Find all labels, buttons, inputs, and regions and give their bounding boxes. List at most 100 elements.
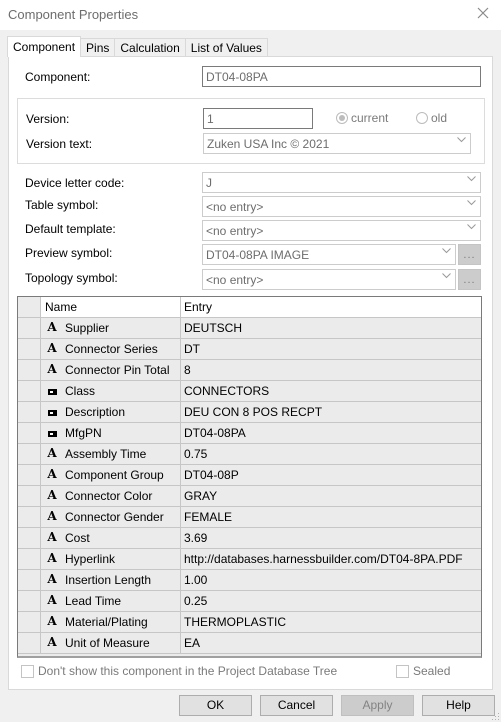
chevron-down-icon bbox=[442, 248, 451, 256]
row-selector[interactable] bbox=[18, 612, 41, 632]
attribute-name-cell[interactable]: A Cost bbox=[41, 528, 181, 548]
row-selector[interactable] bbox=[18, 528, 41, 548]
attribute-name-cell[interactable]: A Component Group bbox=[41, 465, 181, 485]
attribute-entry-cell[interactable]: 1.00 bbox=[181, 570, 481, 590]
table-row[interactable]: A Connector Series DT bbox=[18, 339, 481, 360]
tab-list-of-values[interactable]: List of Values bbox=[184, 38, 268, 57]
attribute-name-cell[interactable]: A Connector Color bbox=[41, 486, 181, 506]
device-letter-code-combo[interactable]: J bbox=[202, 172, 481, 193]
attribute-name-cell[interactable]: Class bbox=[41, 381, 181, 401]
row-selector[interactable] bbox=[18, 591, 41, 611]
table-row[interactable]: A Lead Time 0.25 bbox=[18, 591, 481, 612]
column-header-name[interactable]: Name bbox=[41, 297, 181, 317]
table-symbol-label: Table symbol: bbox=[25, 198, 99, 212]
close-icon[interactable] bbox=[475, 6, 491, 22]
row-selector[interactable] bbox=[18, 549, 41, 569]
attribute-icon: A bbox=[47, 362, 57, 376]
attribute-name-cell[interactable]: A Connector Pin Total bbox=[41, 360, 181, 380]
table-row[interactable]: Class CONNECTORS bbox=[18, 381, 481, 402]
dont-show-checkbox[interactable]: Don't show this component in the Project… bbox=[21, 664, 337, 678]
table-row[interactable]: A Supplier DEUTSCH bbox=[18, 318, 481, 339]
topology-symbol-combo[interactable]: <no entry> bbox=[202, 269, 456, 290]
attribute-entry-cell[interactable]: DEU CON 8 POS RECPT bbox=[181, 402, 481, 422]
row-selector[interactable] bbox=[18, 633, 41, 653]
table-row[interactable]: A Component Group DT04-08P bbox=[18, 465, 481, 486]
attribute-name-cell[interactable]: A Connector Series bbox=[41, 339, 181, 359]
ok-button[interactable]: OK bbox=[179, 695, 252, 716]
attribute-entry-cell[interactable]: FEMALE bbox=[181, 507, 481, 527]
table-row[interactable]: A Hyperlink http://databases.harnessbuilde… bbox=[18, 549, 481, 570]
attribute-entry-cell[interactable]: CONNECTORS bbox=[181, 381, 481, 401]
attribute-name: Component Group bbox=[65, 468, 164, 482]
version-field[interactable]: 1 bbox=[203, 108, 313, 129]
cancel-button[interactable]: Cancel bbox=[260, 695, 333, 716]
component-field[interactable]: DT04-08PA bbox=[202, 66, 481, 87]
table-row[interactable]: A Connector Pin Total 8 bbox=[18, 360, 481, 381]
attribute-name-cell[interactable]: A Assembly Time bbox=[41, 444, 181, 464]
tab-component[interactable]: Component bbox=[7, 36, 82, 57]
row-selector[interactable] bbox=[18, 570, 41, 590]
column-header-entry[interactable]: Entry bbox=[181, 297, 481, 317]
attribute-name-cell[interactable]: A Insertion Length bbox=[41, 570, 181, 590]
attribute-name-cell[interactable]: A Supplier bbox=[41, 318, 181, 338]
topology-symbol-browse-button[interactable]: ... bbox=[458, 269, 481, 290]
table-row[interactable]: A Unit of Measure EA bbox=[18, 633, 481, 654]
table-row[interactable]: A Material/Plating THERMOPLASTIC bbox=[18, 612, 481, 633]
attribute-entry-cell[interactable]: EA bbox=[181, 633, 481, 653]
attribute-entry-cell[interactable]: DT bbox=[181, 339, 481, 359]
row-selector[interactable] bbox=[18, 507, 41, 527]
attribute-entry-cell[interactable]: http://databases.harnessbuilder.com/DT04… bbox=[181, 549, 481, 569]
attribute-entry-cell[interactable]: GRAY bbox=[181, 486, 481, 506]
row-selector[interactable] bbox=[18, 423, 41, 443]
attribute-name-cell[interactable]: A Material/Plating bbox=[41, 612, 181, 632]
attribute-name-cell[interactable]: A Unit of Measure bbox=[41, 633, 181, 653]
attribute-entry-cell[interactable]: DT04-08P bbox=[181, 465, 481, 485]
attribute-entry-cell[interactable]: THERMOPLASTIC bbox=[181, 612, 481, 632]
device-letter-code-label: Device letter code: bbox=[25, 176, 125, 190]
table-row[interactable]: A Connector Gender FEMALE bbox=[18, 507, 481, 528]
apply-button[interactable]: Apply bbox=[341, 695, 414, 716]
row-selector[interactable] bbox=[18, 402, 41, 422]
radio-current[interactable]: current bbox=[336, 111, 388, 125]
row-selector[interactable] bbox=[18, 360, 41, 380]
attribute-entry-cell[interactable]: 0.75 bbox=[181, 444, 481, 464]
preview-symbol-combo[interactable]: DT04-08PA IMAGE bbox=[202, 244, 456, 265]
attribute-entry-cell[interactable]: 8 bbox=[181, 360, 481, 380]
attribute-name: Connector Series bbox=[65, 342, 158, 356]
tab-pins[interactable]: Pins bbox=[80, 38, 116, 57]
attribute-name-cell[interactable]: Description bbox=[41, 402, 181, 422]
row-selector[interactable] bbox=[18, 465, 41, 485]
attribute-name-cell[interactable]: MfgPN bbox=[41, 423, 181, 443]
attribute-entry-cell[interactable]: DEUTSCH bbox=[181, 318, 481, 338]
table-row[interactable]: A Assembly Time 0.75 bbox=[18, 444, 481, 465]
table-row[interactable]: A Connector Color GRAY bbox=[18, 486, 481, 507]
table-row[interactable]: A Insertion Length 1.00 bbox=[18, 570, 481, 591]
help-button[interactable]: Help bbox=[422, 695, 495, 716]
attribute-entry-cell[interactable]: 3.69 bbox=[181, 528, 481, 548]
row-selector[interactable] bbox=[18, 339, 41, 359]
table-row[interactable]: MfgPN DT04-08PA bbox=[18, 423, 481, 444]
radio-old[interactable]: old bbox=[416, 111, 447, 125]
attribute-name: Supplier bbox=[65, 321, 110, 335]
sealed-checkbox[interactable]: Sealed bbox=[396, 664, 450, 678]
attribute-name-cell[interactable]: A Lead Time bbox=[41, 591, 181, 611]
version-text-combo[interactable]: Zuken USA Inc © 2021 bbox=[203, 133, 471, 154]
attribute-name-cell[interactable]: A Connector Gender bbox=[41, 507, 181, 527]
resize-grip-icon[interactable] bbox=[492, 713, 500, 721]
table-row[interactable]: Description DEU CON 8 POS RECPT bbox=[18, 402, 481, 423]
attribute-name-cell[interactable]: A Hyperlink bbox=[41, 549, 181, 569]
tab-calculation[interactable]: Calculation bbox=[114, 38, 186, 57]
attribute-name: Class bbox=[65, 384, 96, 398]
row-selector[interactable] bbox=[18, 381, 41, 401]
table-symbol-combo[interactable]: <no entry> bbox=[202, 196, 481, 217]
default-template-combo[interactable]: <no entry> bbox=[202, 220, 481, 241]
table-row[interactable]: A Cost 3.69 bbox=[18, 528, 481, 549]
preview-symbol-browse-button[interactable]: ... bbox=[458, 244, 481, 265]
attribute-name: Connector Pin Total bbox=[65, 363, 170, 377]
row-selector[interactable] bbox=[18, 318, 41, 338]
attribute-entry-cell[interactable]: 0.25 bbox=[181, 591, 481, 611]
row-selector[interactable] bbox=[18, 486, 41, 506]
attribute-entry-cell[interactable]: DT04-08PA bbox=[181, 423, 481, 443]
row-selector[interactable] bbox=[18, 444, 41, 464]
chevron-down-icon bbox=[467, 200, 476, 208]
